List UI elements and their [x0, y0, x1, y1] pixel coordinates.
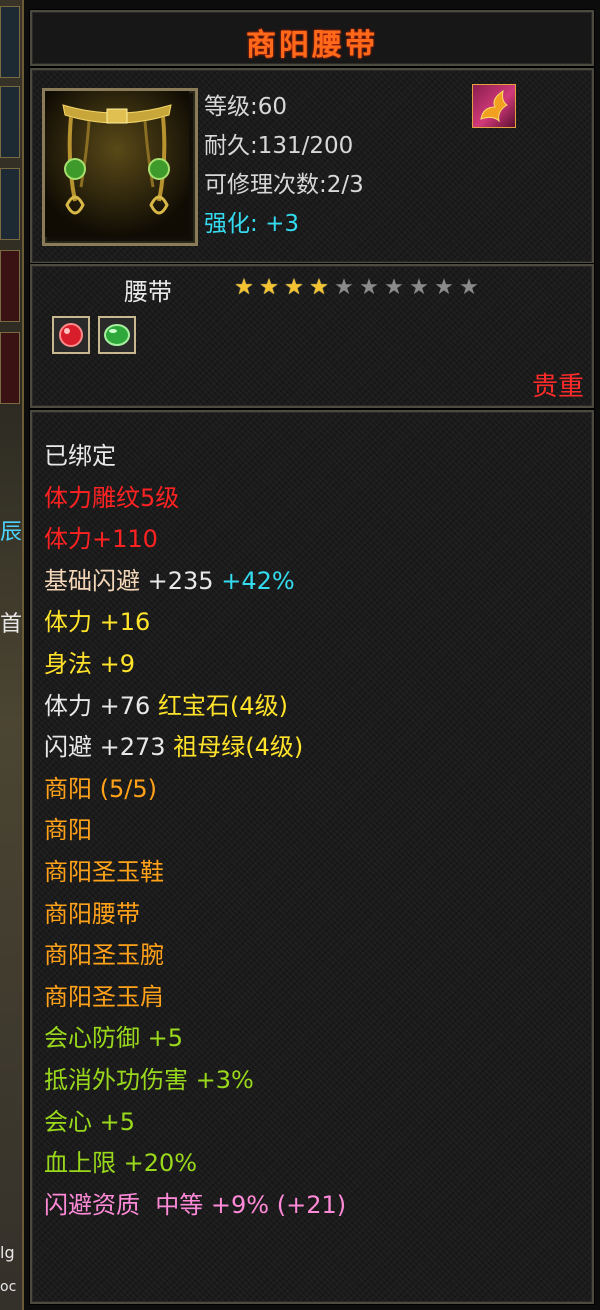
gem-bonus-line: 闪避 +273 祖母绿(4级) [44, 727, 346, 769]
item-enhance: 强化: +3 [204, 205, 364, 244]
star-filled-icon: ★ [259, 275, 279, 300]
engrave-line: 体力雕纹5级 [44, 483, 180, 512]
belt-icon [45, 91, 189, 237]
star-empty-icon: ★ [409, 275, 429, 300]
stat-label: 闪避 [44, 733, 92, 762]
stat-label: 体力 [44, 608, 92, 637]
item-header: 等级:60 耐久:131/200 可修理次数:2/3 强化: +3 [30, 68, 594, 264]
equip-slot-type: 腰带 [124, 278, 172, 306]
side-text: lg [0, 1243, 15, 1262]
stat-label: 会心防御 [44, 1024, 140, 1053]
stat-value: +16 [99, 608, 151, 637]
side-slot[interactable] [0, 6, 20, 78]
item-durability: 耐久:131/200 [204, 133, 354, 159]
set-bonus-line: 会心防御 +5 [44, 1018, 346, 1060]
base-dodge-line: 基础闪避 +235 +42% [44, 561, 346, 603]
set-bonus-line: 抵消外功伤害 +3% [44, 1060, 346, 1102]
star-filled-icon: ★ [309, 275, 329, 300]
aptitude-grade: 中等 [155, 1190, 204, 1219]
side-slot[interactable] [0, 168, 20, 240]
side-text: 辰 [0, 520, 23, 545]
item-stats-section: 已绑定 体力雕纹5级 体力+110 基础闪避 +235 +42% 体力 +16 … [30, 410, 594, 1304]
star-rating: ★ ★ ★ ★ ★ ★ ★ ★ ★ ★ [232, 276, 481, 300]
star-empty-icon: ★ [384, 275, 404, 300]
stat-value: +20% [123, 1149, 198, 1178]
engrave-bonus-line: 体力+110 [44, 525, 158, 554]
stat-label: 血上限 [44, 1149, 116, 1178]
stat-label: 身法 [44, 649, 92, 678]
set-piece: 商阳 [44, 816, 92, 845]
set-piece: 商阳圣玉腕 [44, 941, 164, 970]
gem-name: 红宝石(4级) [157, 691, 288, 720]
set-piece: 商阳腰带 [44, 899, 140, 928]
stat-label: 体力 [44, 691, 92, 720]
gem-bonus-line: 体力 +76 红宝石(4级) [44, 686, 346, 728]
set-header: 商阳 (5/5) [44, 774, 157, 803]
item-repair-count: 可修理次数:2/3 [204, 172, 364, 198]
stat-value: +5 [99, 1107, 136, 1136]
star-empty-icon: ★ [459, 275, 479, 300]
ruby-gem-icon [52, 316, 90, 354]
class-badge-icon [472, 84, 516, 128]
set-bonus-line: 会心 +5 [44, 1102, 346, 1144]
side-slot[interactable] [0, 250, 20, 322]
stat-value: +9 [99, 649, 136, 678]
stat-label: 抵消外功伤害 [44, 1065, 188, 1094]
aptitude-value: +9% [210, 1190, 270, 1219]
side-slot[interactable] [0, 332, 20, 404]
aptitude-line: 闪避资质 中等 +9% (+21) [44, 1185, 346, 1227]
enhance-value: +3 [265, 211, 299, 237]
attr-line: 身法 +9 [44, 644, 346, 686]
item-quality-section: 腰带 ★ ★ ★ ★ ★ ★ ★ ★ ★ ★ 贵重 [30, 264, 594, 408]
stat-label: 会心 [44, 1107, 92, 1136]
star-empty-icon: ★ [434, 275, 454, 300]
side-text: oc [0, 1279, 17, 1295]
item-name: 商阳腰带 [246, 28, 378, 63]
emerald-gem-icon [98, 316, 136, 354]
set-piece: 商阳圣玉肩 [44, 982, 164, 1011]
stat-value: +273 [99, 733, 166, 762]
stat-percent: +42% [221, 566, 295, 595]
star-filled-icon: ★ [234, 275, 254, 300]
aptitude-extra: (+21) [276, 1190, 347, 1219]
stat-value: +76 [99, 691, 151, 720]
side-slot[interactable] [0, 86, 20, 158]
star-filled-icon: ★ [284, 275, 304, 300]
stat-value: +235 [147, 566, 214, 595]
stat-value: +5 [147, 1024, 184, 1053]
item-level: 等级:60 [204, 94, 288, 120]
aptitude-label: 闪避资质 [44, 1190, 140, 1219]
star-empty-icon: ★ [334, 275, 354, 300]
set-piece: 商阳圣玉鞋 [44, 857, 164, 886]
tooltip-title-bar: 商阳腰带 [30, 10, 594, 66]
item-tooltip: 商阳 腰带 等级:60 耐久:131/200 可修理次数:2/3 强化: +3 腰… [24, 0, 600, 1310]
gem-name: 祖母绿(4级) [173, 733, 304, 762]
enhance-label: 强化: [204, 211, 258, 237]
set-bonus-line: 血上限 +20% [44, 1143, 346, 1185]
attr-line: 体力 +16 [44, 602, 346, 644]
rarity-label: 贵重 [531, 372, 584, 402]
star-empty-icon: ★ [359, 275, 379, 300]
stat-label: 基础闪避 [44, 566, 140, 595]
background-side-panel: 辰 首 lg oc [0, 0, 24, 1310]
bound-status: 已绑定 [44, 442, 116, 470]
stat-value: +3% [195, 1065, 254, 1094]
side-text: 首 [0, 612, 23, 637]
item-icon [42, 88, 198, 246]
